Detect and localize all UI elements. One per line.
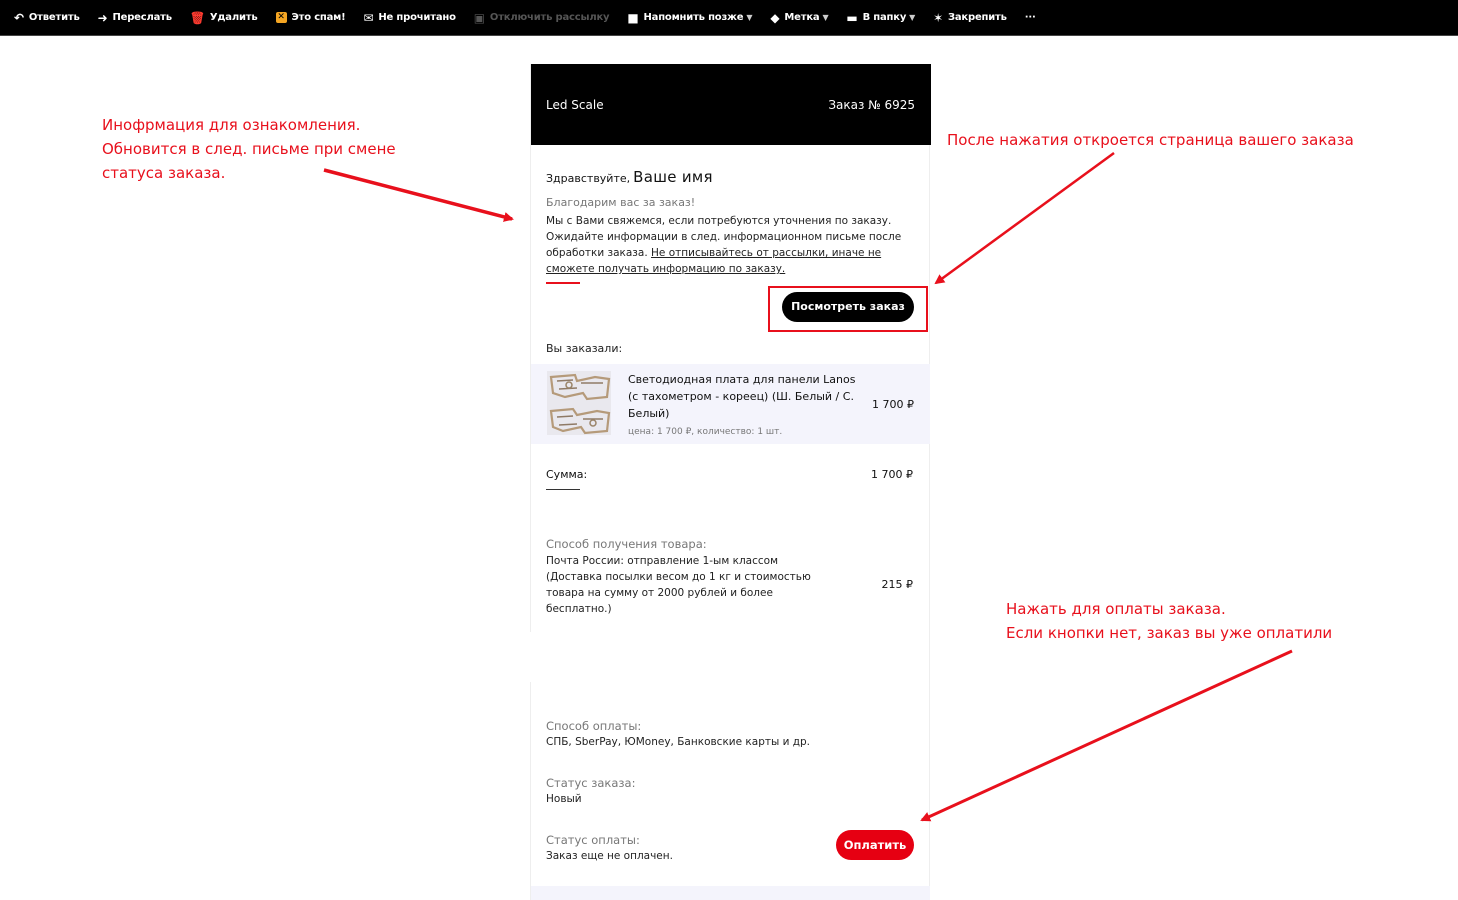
mail-toolbar: ↶ Ответить ➜ Переслать 🗑 Удалить ✕ Это с… xyxy=(0,0,1458,36)
sum-divider xyxy=(546,489,580,490)
order-item-row: Светодиодная плата для панели Lanos (с т… xyxy=(531,364,930,444)
spam-button[interactable]: ✕ Это спам! xyxy=(275,12,346,23)
sum-label: Сумма: xyxy=(546,468,588,481)
forward-label: Переслать xyxy=(112,12,172,23)
remind-later-button[interactable]: ■ Напомнить позже ▼ xyxy=(627,12,752,24)
sum-value: 1 700 ₽ xyxy=(871,468,913,481)
product-image xyxy=(547,371,611,435)
shop-brand: Led Scale xyxy=(546,98,604,112)
led-board-image xyxy=(547,371,611,435)
email-header: Led Scale Заказ № 6925 xyxy=(531,64,931,145)
pin-label: Закрепить xyxy=(947,12,1007,23)
info-annotation-line: Инофрмация для ознакомления. xyxy=(102,116,361,134)
unsubscribe-label: Отключить рассылку xyxy=(489,12,610,23)
reply-button[interactable]: ↶ Ответить xyxy=(14,12,80,24)
greeting: Здравствуйте, Ваше имя xyxy=(546,168,713,186)
red-accent-line xyxy=(546,282,580,284)
delivery-text: Почта России: отправление 1-ым классом (… xyxy=(546,555,811,615)
payment-method-text: СПБ, SberPay, ЮMoney, Банковские карты и… xyxy=(546,736,811,748)
chevron-down-icon: ▼ xyxy=(746,13,753,22)
product-title[interactable]: Светодиодная плата для панели Lanos (с т… xyxy=(628,371,868,422)
product-price: 1 700 ₽ xyxy=(872,398,914,411)
pay-annotation: Нажать для оплаты заказа. Если кнопки не… xyxy=(1006,597,1332,645)
thanks-text: Благодарим вас за заказ! xyxy=(546,196,696,209)
greeting-word: Здравствуйте, xyxy=(546,172,631,185)
trash-icon: 🗑 xyxy=(189,10,205,25)
chevron-down-icon: ▼ xyxy=(909,13,916,22)
pay-annotation-line: Если кнопки нет, заказ вы уже оплатили xyxy=(1006,624,1333,642)
tag-button[interactable]: ◆ Метка ▼ xyxy=(770,12,828,24)
mark-unread-label: Не прочитано xyxy=(378,12,456,23)
payment-method-title: Способ оплаты: xyxy=(546,719,642,733)
ordered-heading: Вы заказали: xyxy=(546,342,623,355)
pin-button[interactable]: ✶ Закрепить xyxy=(933,12,1007,24)
folder-icon: ▬ xyxy=(846,10,858,25)
product-details: цена: 1 700 ₽, количество: 1 шт. xyxy=(628,427,783,437)
view-order-annotation: После нажатия откроется страница вашего … xyxy=(947,131,1354,149)
pay-arrow xyxy=(920,649,1293,822)
view-order-highlight-box xyxy=(768,286,928,332)
payment-status-value: Заказ еще не оплачен. xyxy=(546,850,673,862)
more-button[interactable]: ··· xyxy=(1025,12,1036,23)
pay-annotation-line: Нажать для оплаты заказа. xyxy=(1006,600,1226,618)
spam-icon: ✕ xyxy=(275,12,287,23)
remind-icon: ■ xyxy=(627,10,639,25)
footer-strip xyxy=(531,886,930,900)
unsubscribe-icon: ▣ xyxy=(473,10,485,25)
email-body: Led Scale Заказ № 6925 Здравствуйте, Ваше… xyxy=(529,64,931,900)
pin-icon: ✶ xyxy=(933,10,943,25)
delete-label: Удалить xyxy=(209,12,258,23)
forward-button[interactable]: ➜ Переслать xyxy=(98,12,172,24)
remind-later-label: Напомнить позже xyxy=(643,12,744,23)
reply-label: Ответить xyxy=(28,12,80,23)
view-order-arrow xyxy=(934,151,1115,285)
delivery-title: Способ получения товара: xyxy=(546,537,707,551)
move-to-folder-button[interactable]: ▬ В папку ▼ xyxy=(846,12,915,24)
order-number: Заказ № 6925 xyxy=(828,98,915,112)
info-annotation-line: статуса заказа. xyxy=(102,164,226,182)
info-annotation-line: Обновится в след. письме при смене xyxy=(102,140,396,158)
pay-button[interactable]: Оплатить xyxy=(836,830,914,860)
envelope-icon: ✉ xyxy=(363,10,374,25)
reply-icon: ↶ xyxy=(14,10,24,25)
more-icon: ··· xyxy=(1024,12,1036,23)
delivery-price: 215 ₽ xyxy=(881,578,914,591)
customer-name: Ваше имя xyxy=(633,168,713,186)
forward-icon: ➜ xyxy=(97,10,108,25)
tag-label: Метка xyxy=(784,12,820,23)
info-paragraph: Мы с Вами свяжемся, если потребуются уто… xyxy=(546,213,916,277)
mark-unread-button[interactable]: ✉ Не прочитано xyxy=(364,12,456,24)
info-annotation: Инофрмация для ознакомления. Обновится в… xyxy=(102,113,396,185)
border-gap xyxy=(529,632,533,682)
move-to-folder-label: В папку xyxy=(862,12,907,23)
chevron-down-icon: ▼ xyxy=(822,13,829,22)
unsubscribe-button[interactable]: ▣ Отключить рассылку xyxy=(474,12,610,24)
spam-label: Это спам! xyxy=(291,12,346,23)
order-status-title: Статус заказа: xyxy=(546,776,636,790)
order-status-value: Новый xyxy=(546,793,582,805)
tag-icon: ◆ xyxy=(770,10,780,25)
payment-status-title: Статус оплаты: xyxy=(546,833,640,847)
delete-button[interactable]: 🗑 Удалить xyxy=(190,12,258,24)
